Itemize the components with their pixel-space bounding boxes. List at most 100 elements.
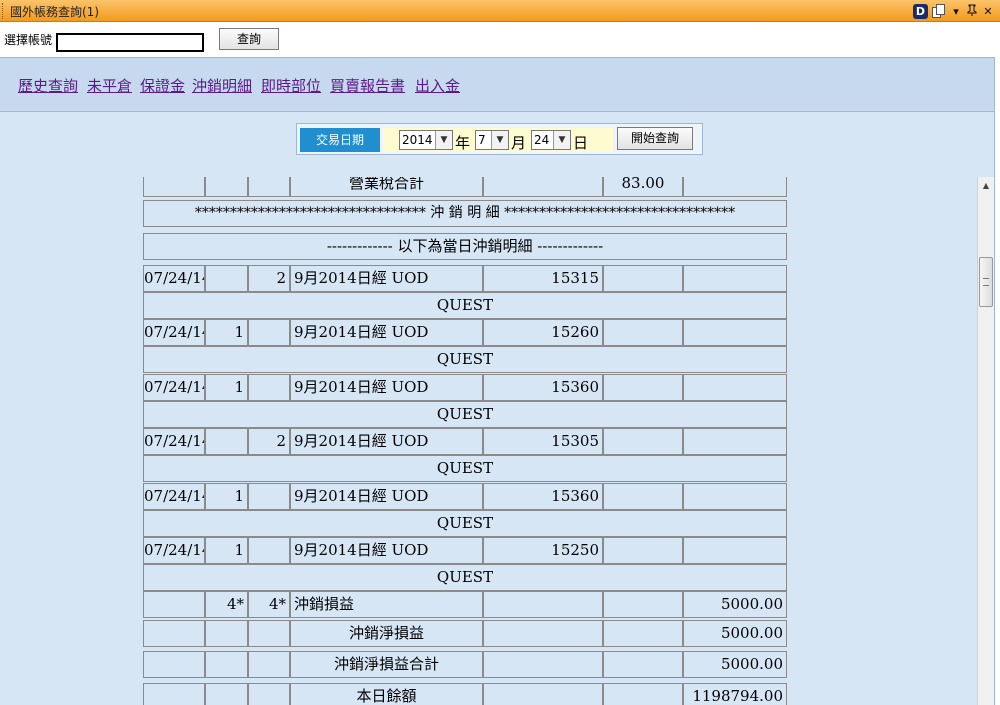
summary-label: 本日餘額 (290, 683, 483, 705)
trade-note: QUEST (143, 564, 787, 591)
trade-date: 07/24/14 (143, 373, 205, 401)
trade-price: 15360 (483, 482, 603, 510)
day-select[interactable]: 24 ▼ (531, 130, 571, 150)
trade-date: 07/24/14 (143, 265, 205, 292)
summary-value: 1198794.00 (683, 683, 787, 705)
dropdown-menu-icon[interactable]: ▾ (950, 5, 962, 18)
trade-buy: 1 (205, 482, 248, 510)
empty-cell (683, 265, 787, 292)
summary-sell (248, 683, 290, 705)
account-select[interactable] (56, 33, 204, 52)
trade-date: 07/24/14 (143, 482, 205, 510)
section-title-row: ********************************* 沖 銷 明 … (141, 200, 789, 227)
summary-label: 沖銷淨損益合計 (290, 651, 483, 678)
scroll-up-icon[interactable]: ▲ (978, 177, 994, 194)
summary-sell: 4* (248, 591, 290, 618)
year-select[interactable]: 2014 ▼ (399, 130, 453, 150)
summary-value: 5000.00 (683, 651, 787, 678)
trade-note: QUEST (143, 455, 787, 483)
summary-value: 5000.00 (683, 620, 787, 647)
summary-row: 沖銷淨損益 5000.00 (141, 620, 789, 647)
table-row: 07/24/14 2 9月2014日經 UOD 15305 (141, 428, 789, 456)
empty-cell (603, 428, 683, 456)
table-row: 07/24/14 1 9月2014日經 UOD 15260 (141, 319, 789, 347)
trade-note: QUEST (143, 346, 787, 374)
trade-buy: 1 (205, 537, 248, 564)
subtitle-row: ------------- 以下為當日沖銷明細 ------------- (141, 233, 789, 260)
trade-price: 15360 (483, 373, 603, 401)
scroll-thumb[interactable] (979, 257, 993, 307)
query-button[interactable]: 查詢 (219, 28, 279, 50)
summary-label: 沖銷淨損益 (290, 620, 483, 647)
trade-product: 9月2014日經 UOD (290, 428, 483, 456)
chevron-down-icon: ▼ (435, 131, 452, 149)
empty-cell (603, 265, 683, 292)
table-row: QUEST (141, 509, 789, 537)
summary-row: 本日餘額 1198794.00 (141, 683, 789, 705)
nav-trade-report[interactable]: 買賣報告書 (330, 75, 405, 96)
trade-price: 15305 (483, 428, 603, 456)
trade-sell: 2 (248, 428, 290, 456)
table-row: QUEST (141, 564, 789, 591)
empty-cell (683, 319, 787, 347)
trade-note: QUEST (143, 292, 787, 319)
trade-sell (248, 482, 290, 510)
empty-cell (603, 482, 683, 510)
chevron-down-icon: ▼ (553, 131, 570, 149)
summary-buy (205, 620, 248, 647)
offset-report-table: 營業稅合計 83.00 ****************************… (141, 177, 789, 705)
close-icon[interactable]: ✕ (982, 5, 994, 18)
window-titlebar: 國外帳務查詢(1) D ▾ ✕ (0, 0, 1000, 22)
date-query-bar: 交易日期 2014 ▼ 年 7 ▼ 月 24 ▼ 日 開始查詢 (296, 123, 703, 155)
empty-cell (603, 537, 683, 564)
d-badge-icon[interactable]: D (913, 3, 928, 19)
trade-date-label: 交易日期 (300, 128, 380, 152)
summary-row: 4* 4* 沖銷損益 5000.00 (141, 591, 789, 618)
trade-buy: 1 (205, 373, 248, 401)
summary-label: 沖銷損益 (290, 591, 483, 618)
report-nav: 歷史查詢 未平倉 保證金 沖銷明細 即時部位 買賣報告書 出入金 (0, 57, 994, 112)
chevron-down-icon: ▼ (491, 131, 508, 149)
trade-price: 15250 (483, 537, 603, 564)
pages-icon[interactable] (932, 4, 946, 18)
drag-grip[interactable] (2, 3, 5, 19)
summary-buy (205, 683, 248, 705)
trade-date: 07/24/14 (143, 537, 205, 564)
summary-row: 沖銷淨損益合計 5000.00 (141, 651, 789, 678)
trade-note: QUEST (143, 509, 787, 537)
trade-date: 07/24/14 (143, 428, 205, 456)
empty-cell (603, 373, 683, 401)
window-title: 國外帳務查詢(1) (10, 5, 99, 19)
trade-date: 07/24/14 (143, 319, 205, 347)
summary-sell (248, 620, 290, 647)
summary-buy: 4* (205, 591, 248, 618)
table-row: 07/24/14 1 9月2014日經 UOD 15360 (141, 482, 789, 510)
summary-value: 5000.00 (683, 591, 787, 618)
nav-margin[interactable]: 保證金 (140, 75, 185, 96)
vertical-scrollbar[interactable]: ▲ (977, 177, 994, 705)
trade-buy (205, 265, 248, 292)
year-unit: 年 (455, 134, 471, 152)
table-row: QUEST (141, 455, 789, 483)
nav-realtime-positions[interactable]: 即時部位 (261, 75, 321, 96)
trade-sell: 2 (248, 265, 290, 292)
nav-history[interactable]: 歷史查詢 (18, 75, 78, 96)
nav-deposit-withdraw[interactable]: 出入金 (415, 75, 460, 96)
empty-cell (683, 428, 787, 456)
month-unit: 月 (511, 134, 527, 152)
trade-product: 9月2014日經 UOD (290, 373, 483, 401)
trade-price: 15260 (483, 319, 603, 347)
nav-open-positions[interactable]: 未平倉 (87, 75, 132, 96)
table-row: 07/24/14 2 9月2014日經 UOD 15315 (141, 265, 789, 292)
table-row: 營業稅合計 83.00 (141, 177, 789, 197)
nav-offset-details[interactable]: 沖銷明細 (192, 75, 252, 96)
pin-icon[interactable] (966, 4, 978, 19)
table-row: 07/24/14 1 9月2014日經 UOD 15250 (141, 537, 789, 564)
date-field: 2014 ▼ 年 7 ▼ 月 24 ▼ 日 (383, 128, 613, 152)
trade-product: 9月2014日經 UOD (290, 482, 483, 510)
trade-product: 9月2014日經 UOD (290, 319, 483, 347)
start-query-button[interactable]: 開始查詢 (617, 127, 693, 150)
trade-product: 9月2014日經 UOD (290, 537, 483, 564)
trade-buy: 1 (205, 319, 248, 347)
month-select[interactable]: 7 ▼ (475, 130, 509, 150)
